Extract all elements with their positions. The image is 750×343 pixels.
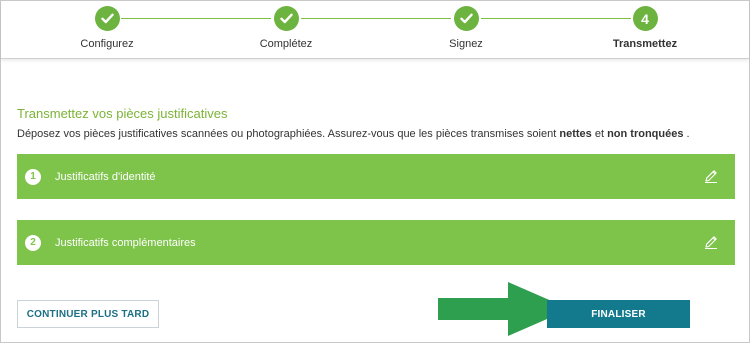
instructions-text: Déposez vos pièces justificatives scanné…	[17, 128, 737, 140]
intro-emphasis: nettes	[559, 128, 592, 140]
step-configurez[interactable]: Configurez	[47, 6, 167, 50]
section-label: Justificatifs d'identité	[55, 170, 156, 183]
intro-emphasis: non tronquées	[607, 128, 684, 140]
step-label: Complétez	[259, 38, 313, 50]
document-section-complementary[interactable]: 2 Justificatifs complémentaires	[17, 220, 735, 265]
continue-later-button[interactable]: CONTINUER PLUS TARD	[17, 300, 159, 328]
intro-text: et	[591, 128, 608, 140]
progress-stepper: Configurez Complétez Signez 4 Transmette…	[1, 1, 749, 59]
step-transmettez: 4 Transmettez	[585, 6, 705, 50]
step-label: Signez	[449, 38, 483, 50]
check-icon	[94, 6, 120, 31]
intro-text: .	[683, 128, 690, 140]
edit-pencil-icon[interactable]	[703, 168, 719, 184]
edit-pencil-icon[interactable]	[703, 234, 719, 250]
step-label: Configurez	[80, 38, 134, 50]
step-completez[interactable]: Complétez	[226, 6, 346, 50]
document-section-identity[interactable]: 1 Justificatifs d'identité	[17, 154, 735, 199]
step-label: Transmettez	[612, 38, 678, 50]
section-number-badge: 1	[25, 168, 41, 185]
step-signez[interactable]: Signez	[406, 6, 526, 50]
finalize-button[interactable]: FINALISER	[547, 300, 690, 328]
section-label: Justificatifs complémentaires	[55, 236, 196, 249]
intro-text: Déposez vos pièces justificatives scanné…	[17, 128, 560, 140]
step-number: 4	[632, 6, 658, 31]
section-number-badge: 2	[25, 234, 41, 251]
check-icon	[273, 6, 299, 31]
page-title: Transmettez vos pièces justificatives	[17, 106, 228, 121]
app-window: Configurez Complétez Signez 4 Transmette…	[0, 0, 750, 343]
check-icon	[453, 6, 479, 31]
